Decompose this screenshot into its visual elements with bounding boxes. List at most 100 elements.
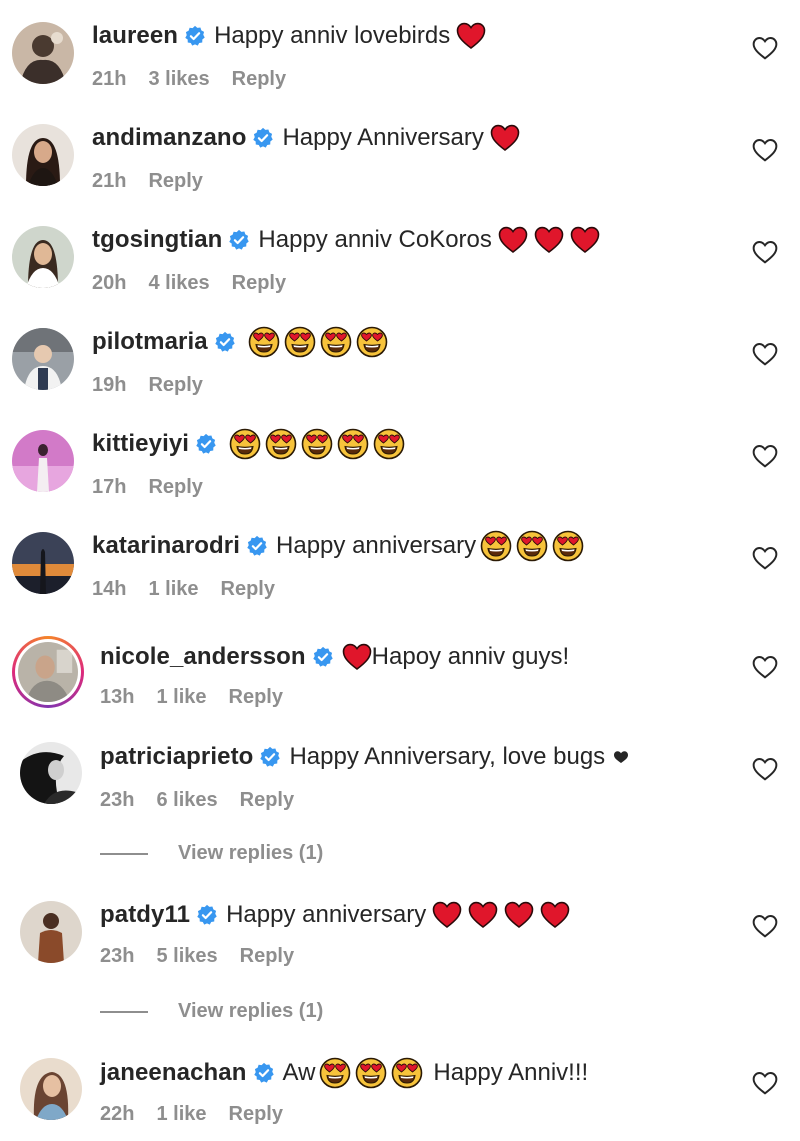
- black-heart-emoji: [613, 750, 629, 764]
- comment-line: patdy11 Happy anniversary: [100, 898, 570, 932]
- comment-meta: 13h 1 like Reply: [100, 686, 283, 709]
- avatar[interactable]: [20, 742, 82, 804]
- divider: [100, 1010, 148, 1013]
- comment-line: andimanzano Happy Anniversary: [92, 121, 520, 155]
- heart-outline-icon[interactable]: [752, 342, 778, 366]
- verified-badge-icon: [195, 433, 217, 455]
- username[interactable]: patriciaprieto: [100, 743, 253, 771]
- red-heart-emoji: [456, 22, 486, 50]
- timestamp[interactable]: 17h: [92, 476, 126, 499]
- likes-count[interactable]: 5 likes: [156, 945, 217, 968]
- comment-meta: 22h 1 like Reply: [100, 1103, 283, 1126]
- reply-button[interactable]: Reply: [232, 272, 286, 295]
- avatar[interactable]: [20, 1058, 82, 1120]
- reply-button[interactable]: Reply: [240, 945, 294, 968]
- reply-button[interactable]: Reply: [221, 578, 275, 601]
- red-heart-emoji: [534, 226, 564, 254]
- reply-button[interactable]: Reply: [229, 686, 283, 709]
- username[interactable]: janeenachan: [100, 1059, 247, 1087]
- timestamp[interactable]: 19h: [92, 374, 126, 397]
- timestamp[interactable]: 14h: [92, 578, 126, 601]
- reply-button[interactable]: Reply: [229, 1103, 283, 1126]
- red-heart-emoji: [540, 901, 570, 929]
- comment-text: Hapoy anniv guys!: [371, 643, 570, 670]
- heart-eyes-emoji: [355, 1057, 387, 1089]
- heart-eyes-emoji: [516, 530, 548, 562]
- reply-button[interactable]: Reply: [240, 789, 294, 812]
- likes-count[interactable]: 3 likes: [148, 68, 209, 91]
- heart-eyes-emoji: [356, 326, 388, 358]
- comment-text: Aw: [282, 1059, 316, 1086]
- likes-count[interactable]: 4 likes: [148, 272, 209, 295]
- comment-line: kittieyiyi: [92, 427, 405, 461]
- likes-count[interactable]: 1 like: [148, 578, 198, 601]
- verified-badge-icon: [228, 229, 250, 251]
- comment-line: janeenachan Aw Happy Anniv!!!: [100, 1056, 588, 1090]
- red-heart-emoji: [468, 901, 498, 929]
- timestamp[interactable]: 13h: [100, 686, 134, 709]
- heart-outline-icon[interactable]: [752, 757, 778, 781]
- comment-meta: 21h 3 likes Reply: [92, 68, 286, 91]
- likes-count[interactable]: 6 likes: [156, 789, 217, 812]
- heart-eyes-emoji: [229, 428, 261, 460]
- comment-meta: 21h Reply: [92, 170, 203, 193]
- story-ring[interactable]: [12, 636, 84, 708]
- avatar[interactable]: [12, 532, 74, 594]
- heart-outline-icon[interactable]: [752, 444, 778, 468]
- comment-meta: 20h 4 likes Reply: [92, 272, 286, 295]
- heart-eyes-emoji: [265, 428, 297, 460]
- reply-button[interactable]: Reply: [148, 374, 202, 397]
- view-replies-button[interactable]: View replies (1): [100, 842, 323, 865]
- username[interactable]: katarinarodri: [92, 532, 240, 560]
- avatar[interactable]: [12, 328, 74, 390]
- comment-text: Happy anniv lovebirds: [214, 22, 451, 49]
- timestamp[interactable]: 23h: [100, 945, 134, 968]
- view-replies-button[interactable]: View replies (1): [100, 1000, 323, 1023]
- comment-meta: 19h Reply: [92, 374, 203, 397]
- username[interactable]: kittieyiyi: [92, 430, 189, 458]
- timestamp[interactable]: 20h: [92, 272, 126, 295]
- heart-outline-icon[interactable]: [752, 914, 778, 938]
- username[interactable]: patdy11: [100, 901, 190, 929]
- heart-eyes-emoji: [337, 428, 369, 460]
- heart-outline-icon[interactable]: [752, 138, 778, 162]
- reply-button[interactable]: Reply: [148, 170, 202, 193]
- red-heart-emoji: [498, 226, 528, 254]
- username[interactable]: tgosingtian: [92, 226, 222, 254]
- verified-badge-icon: [214, 331, 236, 353]
- heart-outline-icon[interactable]: [752, 655, 778, 679]
- heart-outline-icon[interactable]: [752, 546, 778, 570]
- timestamp[interactable]: 21h: [92, 170, 126, 193]
- avatar[interactable]: [12, 430, 74, 492]
- verified-badge-icon: [252, 127, 274, 149]
- verified-badge-icon: [312, 646, 334, 668]
- avatar[interactable]: [12, 124, 74, 186]
- username[interactable]: andimanzano: [92, 124, 246, 152]
- comment-text: Happy Anniversary: [282, 124, 484, 151]
- heart-eyes-emoji: [552, 530, 584, 562]
- timestamp[interactable]: 23h: [100, 789, 134, 812]
- avatar[interactable]: [12, 22, 74, 84]
- comment-text: Happy anniversary: [226, 901, 427, 928]
- timestamp[interactable]: 22h: [100, 1103, 134, 1126]
- verified-badge-icon: [196, 904, 218, 926]
- avatar-frame: [15, 639, 81, 705]
- comment-meta: 17h Reply: [92, 476, 203, 499]
- comment-text: Happy Anniversary, love bugs: [289, 743, 606, 770]
- timestamp[interactable]: 21h: [92, 68, 126, 91]
- heart-outline-icon[interactable]: [752, 240, 778, 264]
- username[interactable]: pilotmaria: [92, 328, 208, 356]
- heart-eyes-emoji: [284, 326, 316, 358]
- heart-outline-icon[interactable]: [752, 1071, 778, 1095]
- comment-text: Happy anniversary: [276, 532, 477, 559]
- avatar[interactable]: [20, 901, 82, 963]
- likes-count[interactable]: 1 like: [156, 1103, 206, 1126]
- reply-button[interactable]: Reply: [232, 68, 286, 91]
- username[interactable]: laureen: [92, 22, 178, 50]
- likes-count[interactable]: 1 like: [156, 686, 206, 709]
- heart-outline-icon[interactable]: [752, 36, 778, 60]
- reply-button[interactable]: Reply: [148, 476, 202, 499]
- heart-eyes-emoji: [319, 1057, 351, 1089]
- avatar[interactable]: [12, 226, 74, 288]
- username[interactable]: nicole_andersson: [100, 643, 306, 671]
